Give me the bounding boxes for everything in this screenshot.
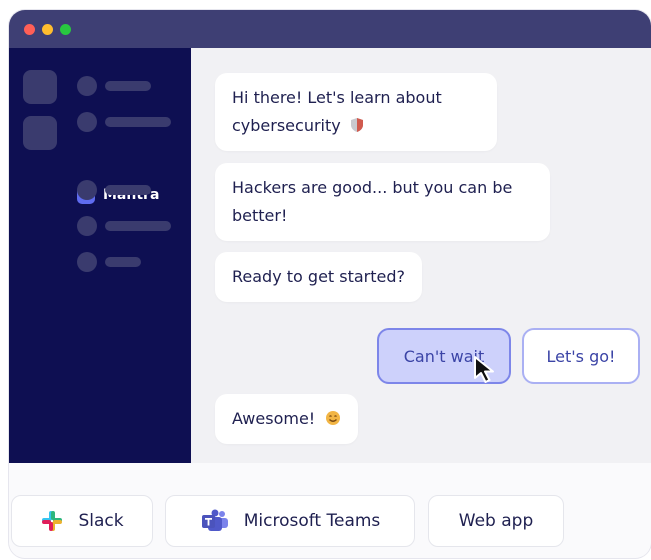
title-bar [9,10,651,48]
smile-emoji-icon [326,411,341,425]
platform-bar: Slack Microsoft Teams Web app [9,463,651,558]
sidebar-item-placeholder[interactable] [105,221,171,231]
slack-label: Slack [78,511,124,531]
web-app-button[interactable]: Web app [428,495,564,547]
sidebar-item-placeholder[interactable] [105,117,171,127]
sidebar-item-icon [77,252,97,272]
sidebar-item-placeholder[interactable] [105,81,151,91]
chat-message: Hackers are good... but you can be bette… [215,163,550,241]
chat-message: Ready to get started? [215,252,423,302]
sidebar: Mantra [9,48,191,463]
lets-go-button[interactable]: Let's go! [522,328,640,384]
chat-panel: Hi there! Let's learn about cybersecurit… [191,48,651,463]
microsoft-teams-label: Microsoft Teams [243,511,381,531]
chat-message: Awesome! [215,394,359,444]
maximize-window-button[interactable] [60,24,71,35]
microsoft-teams-button[interactable]: Microsoft Teams [165,495,415,547]
sidebar-item-icon [77,216,97,236]
workspace-icon[interactable] [23,116,57,150]
chat-message: Hi there! Let's learn about cybersecurit… [215,73,497,151]
minimize-window-button[interactable] [42,24,53,35]
workspace-icon[interactable] [23,70,57,104]
mouse-pointer-icon [474,356,494,383]
app-window: Mantra Hi there! Let's learn about cyber… [9,10,651,558]
sidebar-item-placeholder[interactable] [105,257,141,267]
sidebar-item-icon [77,76,97,96]
sidebar-item-icon [77,112,97,132]
slack-button[interactable]: Slack [11,495,153,547]
slack-icon [40,509,64,533]
sidebar-item-icon [77,180,97,200]
teams-icon [200,509,230,533]
web-app-label: Web app [458,511,534,531]
shield-emoji-icon [350,118,363,132]
sidebar-item-placeholder[interactable] [105,185,151,195]
close-window-button[interactable] [24,24,35,35]
